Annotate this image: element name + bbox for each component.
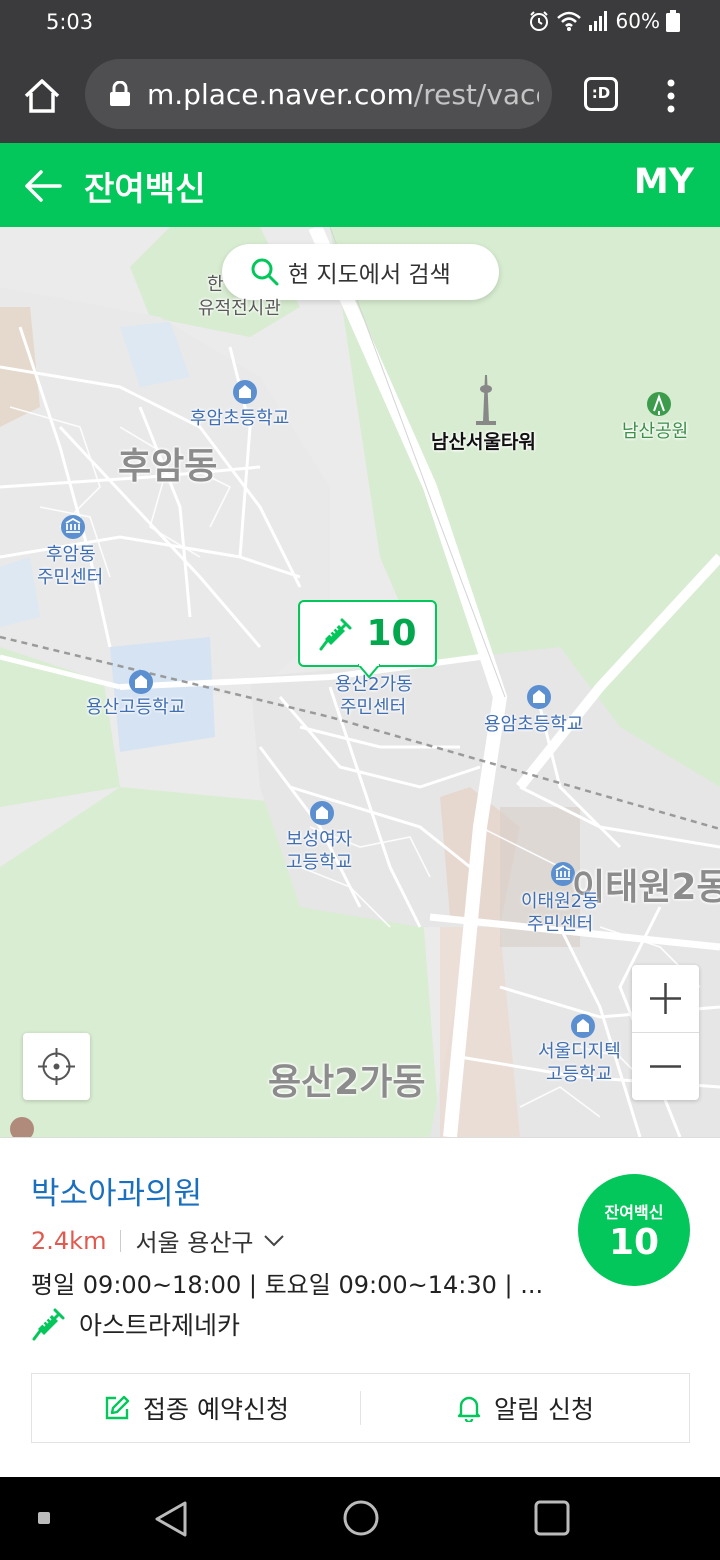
bell-icon <box>457 1396 481 1422</box>
action-buttons: 접종 예약신청 알림 신청 <box>31 1373 690 1443</box>
marker-pointer <box>358 664 380 678</box>
my-button[interactable]: MY <box>634 162 694 202</box>
notify-label: 알림 신청 <box>494 1395 594 1424</box>
badge-count: 10 <box>608 1222 660 1263</box>
zoom-out-icon[interactable] <box>632 1033 699 1100</box>
notification-request-button[interactable]: 알림 신청 <box>361 1374 689 1442</box>
url-host: m.place.naver.com <box>147 78 414 111</box>
map-label: 남산서울타워 <box>431 431 536 453</box>
zoom-in-icon[interactable] <box>632 965 699 1032</box>
syringe-icon <box>319 618 352 650</box>
back-arrow-icon[interactable] <box>22 165 64 207</box>
map-label: 후암동 <box>118 446 218 487</box>
address-bar[interactable]: m.place.naver.com/rest/vacc <box>85 59 552 129</box>
current-location-button[interactable] <box>23 1033 90 1100</box>
map-label: 후암초등학교 <box>190 408 290 429</box>
map-label: 고등학교 <box>286 852 353 873</box>
more-menu-icon[interactable] <box>660 76 682 116</box>
nav-dot-icon <box>38 1512 50 1524</box>
system-nav-bar <box>0 1477 720 1560</box>
syringe-icon <box>32 1308 65 1341</box>
app-header: 잔여백신 MY <box>0 143 720 227</box>
place-card[interactable]: 박소아과의원 2.4km 서울 용산구 평일 09:00~18:00 | 토요일… <box>0 1137 720 1477</box>
marker-count: 10 <box>366 613 417 654</box>
address[interactable]: 서울 용산구 <box>135 1223 253 1258</box>
place-name[interactable]: 박소아과의원 <box>31 1168 202 1213</box>
alarm-icon <box>529 11 548 31</box>
status-time: 5:03 <box>46 10 94 34</box>
zoom-control <box>632 965 699 1100</box>
map-label: 후암동 <box>46 544 96 565</box>
vaccine-type-row: 아스트라제네카 <box>31 1306 240 1342</box>
edit-icon <box>105 1395 130 1420</box>
map-label: 보성여자 <box>286 829 353 850</box>
map-label: 주민센터 <box>527 914 594 935</box>
status-icons: 60% <box>528 9 680 33</box>
home-icon[interactable] <box>22 76 62 116</box>
distance: 2.4km <box>31 1226 107 1255</box>
remaining-vaccine-badge: 잔여백신 10 <box>578 1174 690 1286</box>
search-icon <box>251 258 279 286</box>
opening-hours: 평일 09:00~18:00 | 토요일 09:00~14:30 | ... <box>31 1271 544 1299</box>
map-label: 주민센터 <box>340 697 407 718</box>
url-text: m.place.naver.com/rest/vacc <box>147 78 539 111</box>
page-title: 잔여백신 <box>84 169 206 208</box>
badge-label: 잔여백신 <box>604 1203 664 1222</box>
back-icon[interactable] <box>151 1499 189 1539</box>
url-path: /rest/vacc <box>413 78 539 111</box>
lock-icon <box>110 81 130 106</box>
map-label: 한 <box>207 274 224 295</box>
reserve-vaccination-button[interactable]: 접종 예약신청 <box>32 1374 360 1442</box>
map-label: 서울디지텍 <box>538 1041 621 1062</box>
map-label: 용암초등학교 <box>484 714 584 735</box>
map-label: 용산2가동 <box>268 1062 426 1103</box>
map-label: 주민센터 <box>37 567 104 588</box>
battery-percent: 60% <box>615 9 660 33</box>
map-label: 고등학교 <box>546 1064 613 1085</box>
vaccine-location-marker[interactable]: 10 <box>298 600 437 667</box>
browser-toolbar: m.place.naver.com/rest/vacc :D <box>0 46 720 143</box>
wifi-icon <box>556 11 581 31</box>
place-info-row: 2.4km 서울 용산구 <box>31 1223 285 1258</box>
battery-icon <box>666 10 680 32</box>
search-this-area-label: 현 지도에서 검색 <box>288 262 451 288</box>
map-label: 남산공원 <box>622 421 689 442</box>
home-circle-icon[interactable] <box>342 1499 380 1537</box>
chevron-down-icon[interactable] <box>263 1234 285 1248</box>
recent-apps-icon[interactable] <box>534 1500 570 1536</box>
map-label: 이태원2동 <box>521 891 599 912</box>
status-bar: 5:03 60% <box>0 0 720 46</box>
tab-switcher-button[interactable]: :D <box>584 77 618 111</box>
crosshair-icon <box>38 1048 75 1085</box>
signal-icon <box>588 11 607 31</box>
map-label: 유적전시관 <box>198 298 281 319</box>
divider <box>120 1229 122 1252</box>
reserve-label: 접종 예약신청 <box>143 1395 289 1424</box>
vaccine-name: 아스트라제네카 <box>79 1311 241 1340</box>
map-view[interactable]: 현 지도에서 검색 한 유적전시관 후암초등학교 후암동 남산서울타워 남산공원… <box>0 227 720 1137</box>
search-this-area-button[interactable]: 현 지도에서 검색 <box>222 244 499 300</box>
map-label: 용산고등학교 <box>86 697 186 718</box>
